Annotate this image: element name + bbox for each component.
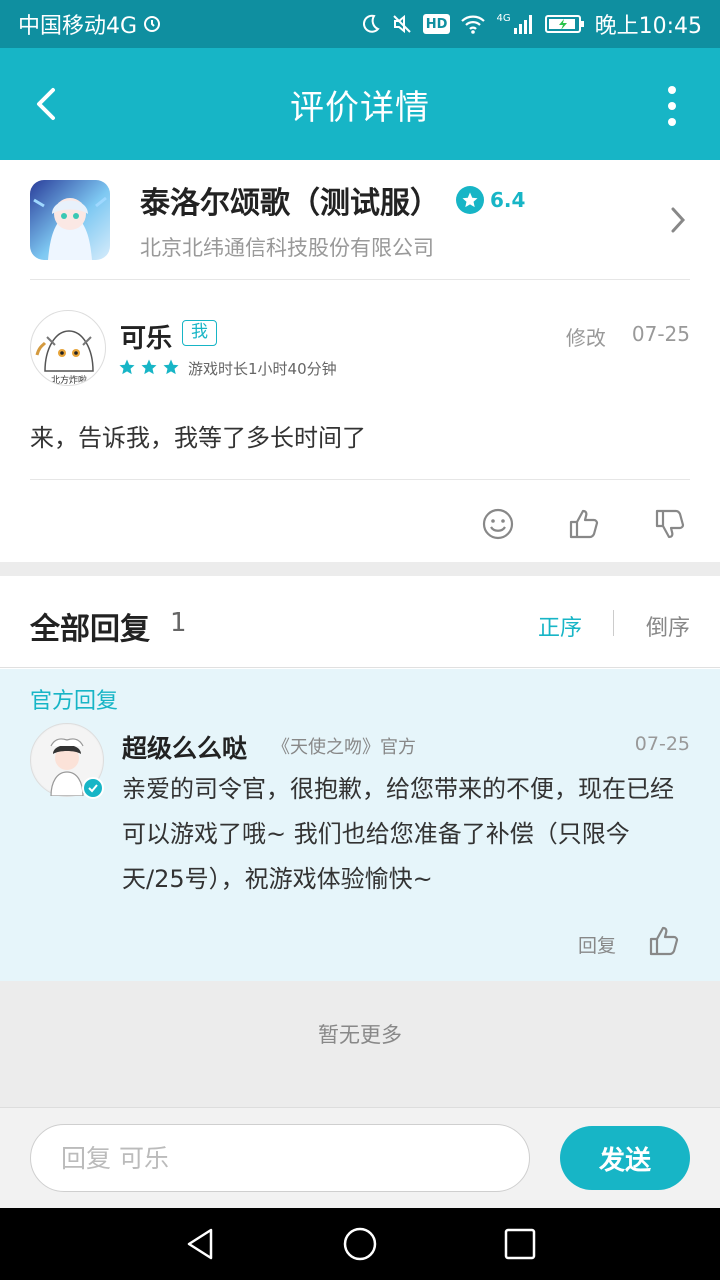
more-dot-icon (668, 118, 676, 126)
star-badge-icon (456, 185, 484, 214)
reply-input[interactable] (30, 1124, 530, 1192)
game-icon (30, 179, 110, 260)
status-bar: 中国移动4G HD 4G 晚上10:45 (0, 0, 720, 48)
game-name: 泰洛尔颂歌（测试服） (140, 185, 440, 221)
rating-stars (118, 358, 180, 376)
review-content: 来，告诉我，我等了多长时间了 (30, 424, 366, 452)
official-tag: 《天使之吻》官方 (272, 737, 416, 758)
like-button[interactable] (564, 504, 604, 544)
reply-bar: 发送 (0, 1107, 720, 1208)
replies-count: 1 (170, 608, 187, 638)
sort-ascending-tab[interactable]: 正序 (538, 610, 582, 642)
nav-home-button[interactable] (340, 1224, 380, 1264)
app-header: 评价详情 (0, 48, 720, 160)
mute-icon (391, 13, 413, 35)
more-menu-button[interactable] (664, 86, 680, 126)
more-dot-icon (668, 86, 676, 94)
emoji-button[interactable] (478, 504, 518, 544)
section-gap (0, 562, 720, 576)
carrier-label: 中国移动4G (18, 14, 138, 39)
thumbs-up-icon (569, 509, 599, 539)
official-content: 亲爱的司令官，很抱歉，给您带来的不便，现在已经可以游戏了哦~ 我们也给您准备了补… (122, 775, 674, 893)
nav-recents-button[interactable] (500, 1224, 540, 1264)
official-reply: 官方回复 超级么么哒 《天使之吻》官方 07-25 亲爱的司令官，很抱歉，给您带… (0, 669, 720, 981)
star-icon (119, 359, 135, 375)
official-reply-label: 官方回复 (30, 689, 119, 714)
circle-home-icon (343, 1227, 377, 1261)
wifi-icon (460, 13, 486, 35)
no-more-text: 暂无更多 (318, 1023, 402, 1047)
replies-header: 全部回复 1 正序 倒序 (0, 576, 720, 668)
clock: 晚上10:45 (594, 14, 702, 39)
official-author: 超级么么哒 (122, 734, 248, 763)
avatar-caption: 北方炸啦 (51, 374, 87, 386)
nav-back-button[interactable] (180, 1224, 220, 1264)
thumbs-up-icon (649, 926, 679, 956)
game-score: 6.4 (490, 187, 526, 212)
official-date: 07-25 (634, 733, 690, 755)
like-button[interactable] (644, 921, 684, 961)
signal-icon: 4G (496, 13, 534, 35)
alarm-icon (143, 15, 161, 33)
smiley-icon (482, 508, 514, 540)
battery-icon (544, 13, 585, 35)
list-footer: 暂无更多 (0, 981, 720, 1107)
chevron-right-icon[interactable] (666, 204, 690, 236)
triangle-back-icon (187, 1228, 213, 1260)
star-icon (141, 359, 157, 375)
more-dot-icon (668, 102, 676, 110)
divider (30, 479, 690, 480)
square-recents-icon (504, 1228, 536, 1260)
network-label: 4G (496, 13, 511, 24)
page-title: 评价详情 (290, 87, 430, 128)
dislike-button[interactable] (650, 504, 690, 544)
edit-link[interactable]: 修改 (566, 322, 606, 351)
thumbs-down-icon (655, 509, 685, 539)
replies-title: 全部回复 (30, 612, 150, 647)
moon-icon (359, 13, 381, 35)
back-arrow-icon (37, 88, 55, 120)
back-button[interactable] (26, 84, 66, 124)
sort-descending-tab[interactable]: 倒序 (646, 610, 690, 642)
divider (613, 610, 614, 636)
system-nav-bar (0, 1208, 720, 1280)
review-date: 07-25 (631, 322, 690, 346)
reply-button[interactable]: 回复 (578, 931, 616, 958)
me-badge: 我 (182, 320, 217, 346)
verified-icon (82, 777, 104, 799)
review-author: 可乐 (120, 324, 173, 354)
playtime: 游戏时长1小时40分钟 (188, 360, 337, 378)
hd-icon: HD (422, 14, 451, 34)
game-developer: 北京北纬通信科技股份有限公司 (140, 235, 434, 260)
star-icon (163, 359, 179, 375)
avatar[interactable]: 北方炸啦 (30, 310, 106, 386)
game-card[interactable]: 泰洛尔颂歌（测试服） 6.4 北京北纬通信科技股份有限公司 (30, 160, 690, 280)
send-button[interactable]: 发送 (560, 1126, 690, 1190)
